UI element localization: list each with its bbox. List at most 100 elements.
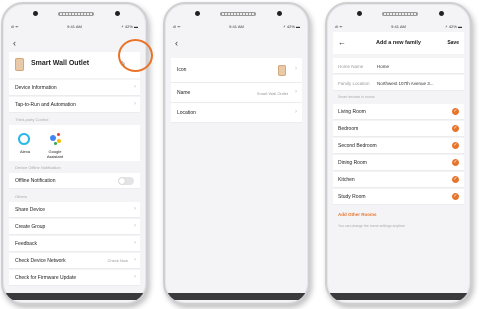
phone-device-edit: ıll ᯤ 9:41 AM ⚡ 42% ▬ ‹ Icon › Name Smar… — [163, 2, 310, 305]
row-label: Location — [177, 110, 196, 116]
row-location[interactable]: Location › — [171, 103, 302, 123]
sensor-icon — [439, 11, 444, 16]
google-assistant-icon[interactable] — [49, 132, 63, 146]
screen: ← Add a new family Save Home Name Home F… — [333, 32, 464, 291]
phone-add-family: ıll ᯤ 9:41 AM ⚡ 42% ▬ ← Add a new family… — [325, 2, 472, 305]
chevron-right-icon: › — [134, 84, 136, 90]
camera-icon — [357, 11, 362, 16]
row-label: Check for Firmware Update — [15, 275, 77, 281]
sensor-icon — [115, 11, 120, 16]
chevron-right-icon: › — [134, 206, 136, 212]
outlet-icon — [15, 58, 24, 71]
room-row[interactable]: Dining Room ✓ — [333, 155, 464, 171]
edit-highlight-ring — [118, 39, 153, 72]
row-feedback[interactable]: Feedback › — [9, 236, 140, 252]
row-offline-notification: Offline Notification — [9, 173, 140, 189]
sensor-icon — [277, 11, 282, 16]
check-icon[interactable]: ✓ — [452, 176, 459, 183]
check-icon[interactable]: ✓ — [452, 159, 459, 166]
clock: 9:41 AM — [67, 24, 82, 29]
check-icon[interactable]: ✓ — [452, 193, 459, 200]
speaker-grille — [382, 12, 418, 16]
outlet-icon — [278, 65, 286, 76]
status-bar: ıll ᯤ 9:41 AM ⚡ 42% ▬ — [11, 23, 138, 31]
room-row[interactable]: Living Room ✓ — [333, 104, 464, 120]
home-name-field[interactable]: Home Name Home — [333, 58, 464, 74]
row-label: Tap-to-Run and Automation — [15, 102, 76, 108]
section-third-party: Third-party Control — [15, 117, 49, 122]
row-device-information[interactable]: Device Information › — [9, 80, 140, 96]
room-row[interactable]: Bedroom ✓ — [333, 121, 464, 137]
row-label: Feedback — [15, 241, 37, 247]
row-label: Offline Notification — [15, 178, 56, 184]
camera-icon — [33, 11, 38, 16]
row-label: Name — [177, 90, 191, 96]
row-icon[interactable]: Icon › — [171, 58, 302, 83]
battery-icon: ⚡ 42% ▬ — [444, 24, 462, 29]
section-others: Others — [15, 194, 28, 199]
room-row[interactable]: Study Room ✓ — [333, 189, 464, 205]
clock: 9:41 AM — [229, 24, 244, 29]
room-row[interactable]: Kitchen ✓ — [333, 172, 464, 188]
google-assistant-label: Google Assistant — [46, 149, 64, 159]
row-firmware-update[interactable]: Check for Firmware Update › — [9, 270, 140, 286]
rooms-header: Smart devices in rooms — [338, 95, 375, 99]
chevron-right-icon: › — [295, 89, 297, 95]
room-label: Kitchen — [338, 177, 355, 183]
room-label: Dining Room — [338, 160, 367, 166]
room-label: Second Bedroom — [338, 143, 377, 149]
alexa-icon[interactable] — [18, 133, 30, 145]
page-title: Add a new family — [376, 40, 421, 46]
name-value: Smart Wall Outlet — [256, 91, 288, 96]
row-check-network[interactable]: Check Device Network Check Now › — [9, 253, 140, 269]
battery-icon: ⚡ 42% ▬ — [282, 24, 300, 29]
settings-hint: You can change the home settings anytime — [338, 224, 405, 228]
back-button[interactable]: ‹ — [175, 38, 178, 48]
row-label: Share Device — [15, 207, 46, 213]
row-name[interactable]: Name Smart Wall Outlet › — [171, 83, 302, 103]
home-name-value: Home — [377, 64, 390, 69]
field-label: Family Location — [338, 81, 370, 86]
back-button[interactable]: ‹ — [13, 38, 16, 48]
save-button[interactable]: Save — [447, 40, 459, 46]
chevron-right-icon: › — [134, 274, 136, 280]
room-label: Study Room — [338, 194, 366, 200]
third-party-panel: Alexa Google Assistant — [9, 125, 140, 161]
row-label: Check Device Network — [15, 258, 66, 264]
battery-icon: ⚡ 42% ▬ — [120, 24, 138, 29]
room-row[interactable]: Second Bedroom ✓ — [333, 138, 464, 154]
field-label: Home Name — [338, 64, 364, 69]
chevron-right-icon: › — [134, 101, 136, 107]
chevron-right-icon: › — [134, 257, 136, 263]
row-tap-to-run[interactable]: Tap-to-Run and Automation › — [9, 97, 140, 113]
row-label: Icon — [177, 67, 187, 73]
check-icon[interactable]: ✓ — [452, 125, 459, 132]
nav-bar: ← Add a new family Save — [333, 32, 464, 54]
add-other-rooms-link[interactable]: Add Other Rooms — [338, 212, 377, 217]
family-location-value: Northwest 107th Avenue 3... — [377, 81, 434, 86]
row-label: Device Information — [15, 85, 57, 91]
clock: 9:41 AM — [391, 24, 406, 29]
camera-icon — [195, 11, 200, 16]
room-label: Bedroom — [338, 126, 359, 132]
screen: ‹ Smart Wall Outlet ✎ Device Information… — [9, 32, 140, 291]
row-create-group[interactable]: Create Group › — [9, 219, 140, 235]
alexa-label: Alexa — [19, 149, 30, 154]
speaker-grille — [220, 12, 256, 16]
status-bar: ıll ᯤ 9:41 AM ⚡ 42% ▬ — [173, 23, 300, 31]
section-offline: Device Offline Notification — [15, 165, 61, 170]
check-icon[interactable]: ✓ — [452, 108, 459, 115]
room-label: Living Room — [338, 109, 366, 115]
family-location-field[interactable]: Family Location Northwest 107th Avenue 3… — [333, 75, 464, 91]
device-name: Smart Wall Outlet — [31, 60, 90, 67]
chevron-right-icon: › — [134, 223, 136, 229]
check-icon[interactable]: ✓ — [452, 142, 459, 149]
chevron-right-icon: › — [295, 66, 297, 72]
row-label: Create Group — [15, 224, 46, 230]
offline-toggle[interactable] — [118, 177, 134, 185]
row-share-device[interactable]: Share Device › — [9, 202, 140, 218]
check-now-link[interactable]: Check Now — [108, 258, 128, 263]
status-bar: ıll ᯤ 9:41 AM ⚡ 42% ▬ — [335, 23, 462, 31]
chevron-right-icon: › — [134, 240, 136, 246]
chevron-right-icon: › — [295, 109, 297, 115]
